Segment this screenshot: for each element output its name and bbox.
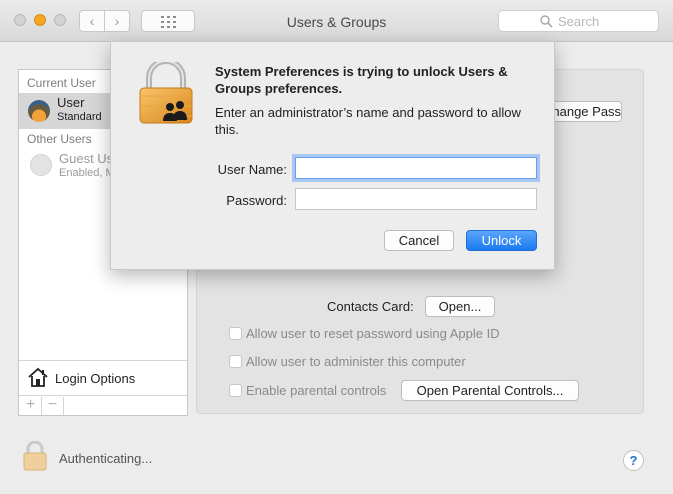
parental-controls-checkbox[interactable] — [229, 384, 242, 397]
login-options-label: Login Options — [55, 371, 136, 386]
dialog-title: System Preferences is trying to unlock U… — [215, 64, 508, 96]
help-button[interactable]: ? — [623, 450, 644, 471]
remove-user-button[interactable]: − — [42, 397, 64, 415]
login-options-item[interactable]: Login Options — [19, 360, 187, 395]
add-user-button[interactable]: + — [20, 397, 42, 415]
status-text: Authenticating... — [59, 451, 153, 466]
password-field[interactable] — [295, 188, 537, 210]
cancel-button[interactable]: Cancel — [384, 230, 454, 251]
administer-label: Allow user to administer this computer — [246, 354, 466, 369]
search-icon — [540, 15, 553, 28]
open-contacts-card-button[interactable]: Open... — [425, 296, 495, 317]
username-label: User Name: — [217, 162, 287, 177]
contacts-card-label: Contacts Card: — [327, 299, 414, 314]
administer-checkbox[interactable] — [229, 355, 242, 368]
parental-controls-label: Enable parental controls — [246, 383, 387, 398]
search-placeholder: Search — [558, 14, 600, 29]
other-users-heading: Other Users — [27, 132, 92, 146]
divider — [19, 395, 187, 396]
open-parental-controls-button[interactable]: Open Parental Controls... — [401, 380, 579, 401]
password-label: Password: — [226, 193, 287, 208]
current-user-role: Standard — [57, 111, 102, 123]
dialog-message: Enter an administrator’s name and passwo… — [215, 105, 521, 137]
padlock-users-icon — [139, 62, 193, 124]
unlock-dialog: System Preferences is trying to unlock U… — [110, 41, 555, 270]
reset-password-label: Allow user to reset password using Apple… — [246, 326, 500, 341]
house-icon — [28, 367, 48, 387]
guest-avatar — [30, 154, 52, 176]
reset-password-checkbox[interactable] — [229, 327, 242, 340]
unlock-button[interactable]: Unlock — [466, 230, 537, 251]
current-user-heading: Current User — [27, 76, 96, 90]
current-user-name: User — [57, 95, 85, 110]
title-bar: ‹ › Users & Groups Search — [0, 0, 673, 42]
guest-user-status: Enabled, Managed — [59, 167, 114, 179]
avatar — [28, 100, 50, 122]
lock-icon[interactable] — [22, 441, 48, 471]
search-field[interactable]: Search — [498, 10, 659, 32]
username-field[interactable] — [295, 157, 537, 179]
